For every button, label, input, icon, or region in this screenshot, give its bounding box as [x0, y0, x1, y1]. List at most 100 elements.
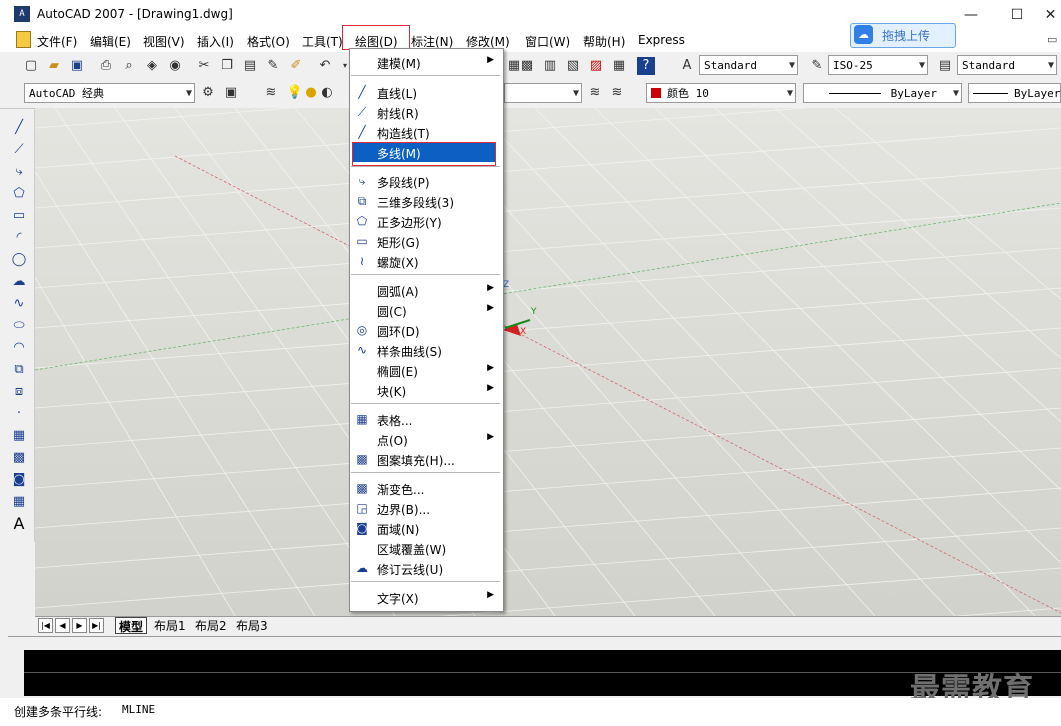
draw-menu-item-revcloud[interactable]: ☁ 修订云线(U) — [349, 558, 502, 578]
table-style-select[interactable]: Standard ▼ — [957, 55, 1057, 75]
line-tool-icon[interactable]: ╱ — [9, 118, 29, 138]
dim-style-icon[interactable]: ✎ — [808, 57, 826, 75]
command-history[interactable] — [24, 650, 1061, 696]
revcloud-tool-icon[interactable]: ☁ — [9, 272, 29, 292]
design-center-icon[interactable]: ▩ — [518, 57, 536, 75]
draw-menu-item-modeling[interactable]: 建模(M) ▶ — [349, 52, 502, 72]
menu-insert[interactable]: 插入(I) — [197, 33, 234, 50]
draw-menu-item-ray[interactable]: ⟋ 射线(R) — [349, 102, 502, 122]
next-tab-icon[interactable]: ▶ — [72, 618, 87, 633]
tool-palettes-icon[interactable]: ▥ — [541, 57, 559, 75]
draw-menu-item-line[interactable]: ╱ 直线(L) — [349, 82, 502, 102]
ellipse-arc-tool-icon[interactable]: ◠ — [9, 338, 29, 358]
draw-menu-item-table[interactable]: ▦ 表格... — [349, 409, 502, 429]
table-tool-icon[interactable]: ▦ — [9, 492, 29, 512]
draw-menu-item-region[interactable]: ◙ 面域(N) — [349, 518, 502, 538]
region-tool-icon[interactable]: ◙ — [9, 470, 29, 490]
make-current-layer-icon[interactable]: ≋ — [586, 84, 604, 102]
draw-menu-item-polyline[interactable]: ⤷ 多段线(P) — [349, 171, 502, 191]
markup-icon[interactable]: ▨ — [587, 57, 605, 75]
lineweight-select[interactable]: ByLayer — [968, 83, 1061, 103]
draw-menu-item-text[interactable]: 文字(X) ▶ — [349, 587, 502, 607]
spline-tool-icon[interactable]: ∿ — [9, 294, 29, 314]
hatch-tool-icon[interactable]: ▦ — [9, 426, 29, 446]
new-icon[interactable]: ▢ — [22, 57, 40, 75]
document-icon[interactable] — [16, 31, 31, 48]
draw-menu-item-block[interactable]: 块(K) ▶ — [349, 380, 502, 400]
save-workspace-icon[interactable]: ▣ — [222, 84, 240, 102]
publish-icon[interactable]: ◈ — [143, 57, 161, 75]
draw-menu-item-hatch[interactable]: ▩ 图案填充(H)... — [349, 449, 502, 469]
open-icon[interactable]: ▰ — [45, 57, 63, 75]
polyline-tool-icon[interactable]: ⤷ — [9, 162, 29, 182]
block-editor-icon[interactable]: ✐ — [287, 57, 305, 75]
print-icon[interactable]: ⎙ — [97, 57, 115, 75]
tab-layout3[interactable]: 布局3 — [233, 617, 271, 633]
color-select[interactable]: 颜色 10 ▼ — [646, 83, 796, 103]
tab-layout1[interactable]: 布局1 — [151, 617, 189, 633]
tab-model[interactable]: 模型 — [115, 617, 148, 634]
ellipse-tool-icon[interactable]: ⬭ — [9, 316, 29, 336]
gradient-tool-icon[interactable]: ▩ — [9, 448, 29, 468]
3d-dwf-icon[interactable]: ◉ — [166, 57, 184, 75]
draw-menu-item-donut[interactable]: ◎ 圆环(D) — [349, 320, 502, 340]
first-tab-icon[interactable]: |◀ — [38, 618, 53, 633]
paste-icon[interactable]: ▤ — [241, 57, 259, 75]
sheet-set-icon[interactable]: ▧ — [564, 57, 582, 75]
autocad-app-icon[interactable]: A — [14, 6, 30, 22]
prev-tab-icon[interactable]: ◀ — [55, 618, 70, 633]
cut-icon[interactable]: ✂ — [195, 57, 213, 75]
menu-window[interactable]: 窗口(W) — [525, 33, 570, 50]
polygon-tool-icon[interactable]: ⬠ — [9, 184, 29, 204]
draw-menu-item-xline[interactable]: ╱ 构造线(T) — [349, 122, 502, 142]
layer-lock-icon[interactable]: ◐ — [318, 84, 336, 102]
last-tab-icon[interactable]: ▶| — [89, 618, 104, 633]
rectangle-tool-icon[interactable]: ▭ — [9, 206, 29, 226]
arc-tool-icon[interactable]: ◜ — [9, 228, 29, 248]
dim-style-select[interactable]: ISO-25 ▼ — [828, 55, 928, 75]
tab-layout2[interactable]: 布局2 — [192, 617, 230, 633]
plot-preview-icon[interactable]: ⌕ — [120, 57, 138, 75]
point-tool-icon[interactable]: · — [9, 404, 29, 424]
text-style-select[interactable]: Standard ▼ — [699, 55, 798, 75]
draw-menu-item-3dpolyline[interactable]: ⧉ 三维多段线(3) — [349, 191, 502, 211]
linetype-select[interactable]: ByLayer ▼ — [803, 83, 962, 103]
menu-format[interactable]: 格式(O) — [247, 33, 290, 50]
copy-icon[interactable]: ❐ — [218, 57, 236, 75]
circle-tool-icon[interactable]: ◯ — [9, 250, 29, 270]
draw-menu-item-ellipse[interactable]: 椭圆(E) ▶ — [349, 360, 502, 380]
xline-tool-icon[interactable]: ⟋ — [9, 140, 29, 160]
help-icon[interactable]: ? — [637, 57, 655, 75]
workspace-settings-icon[interactable]: ⚙ — [199, 84, 217, 102]
menu-view[interactable]: 视图(V) — [143, 33, 185, 50]
menu-edit[interactable]: 编辑(E) — [90, 33, 131, 50]
layer-manager-icon[interactable]: ≋ — [262, 84, 280, 102]
draw-menu-item-gradient[interactable]: ▩ 渐变色... — [349, 478, 502, 498]
mdi-minimize-icon[interactable]: ▭ — [1047, 33, 1057, 46]
maximize-button[interactable]: ☐ — [994, 2, 1040, 28]
undo-icon[interactable]: ↶ — [316, 57, 334, 75]
insert-block-tool-icon[interactable]: ⧉ — [9, 360, 29, 380]
draw-menu-item-circle[interactable]: 圆(C) ▶ — [349, 300, 502, 320]
layer-select[interactable]: ▼ — [504, 83, 582, 103]
table-style-icon[interactable]: ▤ — [936, 57, 954, 75]
save-icon[interactable]: ▣ — [68, 57, 86, 75]
mtext-tool-icon[interactable]: A — [9, 514, 29, 534]
text-style-icon[interactable]: A — [678, 57, 696, 75]
calculator-icon[interactable]: ▦ — [610, 57, 628, 75]
match-properties-icon[interactable]: ✎ — [264, 57, 282, 75]
draw-menu-item-arc[interactable]: 圆弧(A) ▶ — [349, 280, 502, 300]
menu-file[interactable]: 文件(F) — [37, 33, 77, 50]
menu-express[interactable]: Express — [638, 33, 685, 47]
make-block-tool-icon[interactable]: ⧈ — [9, 382, 29, 402]
draw-menu-item-polygon[interactable]: ⬠ 正多边形(Y) — [349, 211, 502, 231]
draw-menu-item-boundary[interactable]: ◲ 边界(B)... — [349, 498, 502, 518]
menu-tools[interactable]: 工具(T) — [302, 33, 343, 50]
menu-help[interactable]: 帮助(H) — [583, 33, 625, 50]
draw-menu-item-wipeout[interactable]: 区域覆盖(W) — [349, 538, 502, 558]
draw-menu-item-point[interactable]: 点(O) ▶ — [349, 429, 502, 449]
workspace-select[interactable]: AutoCAD 经典 ▼ — [24, 83, 195, 103]
draw-menu-item-helix[interactable]: ≀ 螺旋(X) — [349, 251, 502, 271]
draw-menu-item-spline[interactable]: ∿ 样条曲线(S) — [349, 340, 502, 360]
draw-menu-item-rectangle[interactable]: ▭ 矩形(G) — [349, 231, 502, 251]
